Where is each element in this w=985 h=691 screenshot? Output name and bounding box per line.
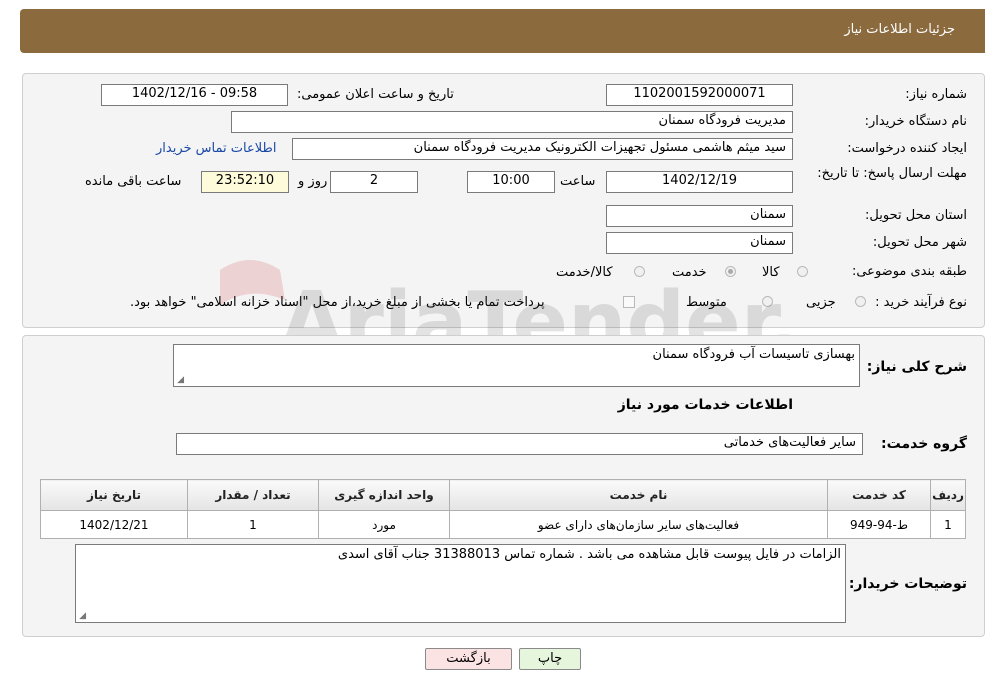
need-number-field: 1102001592000071 [606, 84, 793, 106]
table-row: 1 ط-94-949 فعالیت‌های سایر سازمان‌های دا… [40, 510, 966, 539]
category-goods-label: کالا [762, 265, 780, 280]
buyer-org-label: نام دستگاه خریدار: [864, 114, 967, 129]
deadline-days-field: 2 [330, 171, 418, 193]
table-header-row: ردیف کد خدمت نام خدمت واحد اندازه گیری ت… [40, 479, 966, 511]
services-table: ردیف کد خدمت نام خدمت واحد اندازه گیری ت… [40, 479, 966, 539]
delivery-city-field: سمنان [606, 232, 793, 254]
page-title: جزئیات اطلاعات نیاز [844, 22, 955, 37]
announce-datetime-field: 1402/12/16 - 09:58 [101, 84, 288, 106]
cell-quantity: 1 [187, 510, 319, 539]
service-group-label: گروه خدمت: [881, 436, 967, 452]
treasury-bonds-note: پرداخت تمام یا بخشی از مبلغ خرید،از محل … [130, 295, 545, 310]
buyer-notes-text: الزامات در فایل پیوست قابل مشاهده می باش… [337, 547, 841, 562]
service-group-field: سایر فعالیت‌های خدماتی [176, 433, 863, 455]
col-service-code: کد خدمت [827, 479, 931, 511]
services-heading: اطلاعات خدمات مورد نیاز [617, 397, 793, 413]
back-button[interactable]: بازگشت [425, 648, 512, 670]
col-service-name: نام خدمت [449, 479, 828, 511]
cell-row-number: 1 [930, 510, 966, 539]
requester-field: سید میثم هاشمی مسئول تجهیزات الکترونیک م… [292, 138, 793, 160]
cell-service-code: ط-94-949 [827, 510, 931, 539]
deadline-date-field: 1402/12/19 [606, 171, 793, 193]
need-number-label: شماره نیاز: [905, 87, 967, 102]
category-goods-radio[interactable] [797, 266, 808, 277]
cell-need-date: 1402/12/21 [40, 510, 188, 539]
description-textarea[interactable]: بهسازی تاسیسات آب فرودگاه سمنان ◢ [173, 344, 860, 387]
resize-grip-icon[interactable]: ◢ [176, 376, 184, 385]
buyer-notes-textarea[interactable]: الزامات در فایل پیوست قابل مشاهده می باش… [75, 544, 846, 623]
process-medium-radio[interactable] [762, 296, 773, 307]
buyer-contact-link[interactable]: اطلاعات تماس خریدار [156, 141, 276, 156]
col-unit: واحد اندازه گیری [318, 479, 450, 511]
process-medium-label: متوسط [686, 295, 727, 310]
delivery-province-label: استان محل تحویل: [865, 208, 967, 223]
print-button[interactable]: چاپ [519, 648, 581, 670]
description-label: شرح کلی نیاز: [866, 359, 967, 375]
col-row-number: ردیف [930, 479, 966, 511]
remaining-time-label: ساعت باقی مانده [85, 174, 182, 189]
deadline-time-field: 10:00 [467, 171, 555, 193]
page-header: جزئیات اطلاعات نیاز [20, 9, 985, 53]
cell-service-name: فعالیت‌های سایر سازمان‌های دارای عضو [449, 510, 828, 539]
treasury-bonds-checkbox[interactable] [623, 296, 635, 308]
resize-grip-icon[interactable]: ◢ [78, 612, 86, 621]
delivery-city-label: شهر محل تحویل: [872, 235, 967, 250]
col-need-date: تاریخ نیاز [40, 479, 188, 511]
announce-datetime-label: تاریخ و ساعت اعلان عمومی: [297, 87, 454, 102]
process-partial-label: جزیی [806, 295, 836, 310]
cell-unit: مورد [318, 510, 450, 539]
deadline-label: مهلت ارسال پاسخ: تا تاریخ: [817, 166, 967, 181]
remaining-time-field: 23:52:10 [201, 171, 289, 193]
delivery-province-field: سمنان [606, 205, 793, 227]
description-text: بهسازی تاسیسات آب فرودگاه سمنان [652, 347, 855, 362]
purchase-process-label: نوع فرآیند خرید : [875, 295, 967, 310]
requester-label: ایجاد کننده درخواست: [847, 141, 967, 156]
buyer-notes-label: توضیحات خریدار: [848, 576, 967, 592]
deadline-time-label: ساعت [560, 174, 596, 189]
col-quantity: تعداد / مقدار [187, 479, 319, 511]
subject-category-label: طبقه بندی موضوعی: [851, 264, 967, 279]
category-goods-service-label: کالا/خدمت [556, 265, 613, 280]
category-service-radio[interactable] [725, 266, 736, 277]
buyer-org-field: مدیریت فرودگاه سمنان [231, 111, 793, 133]
deadline-days-label: روز و [298, 174, 328, 189]
category-service-label: خدمت [672, 265, 707, 280]
process-partial-radio[interactable] [855, 296, 866, 307]
category-goods-service-radio[interactable] [634, 266, 645, 277]
